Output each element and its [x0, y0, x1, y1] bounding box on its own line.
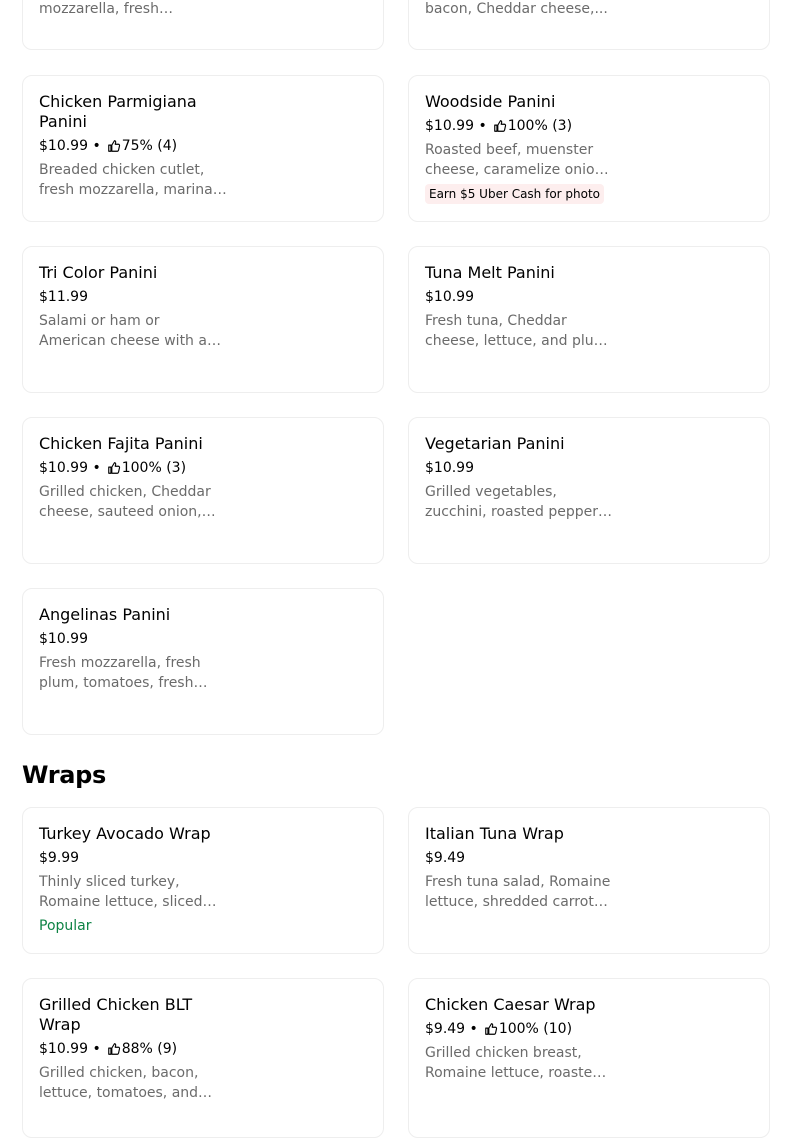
menu-item-tuna-melt-panini[interactable]: Tuna Melt Panini $10.99 Fresh tuna, Ched…	[408, 246, 770, 393]
thumbs-up-icon	[107, 462, 120, 474]
item-description: Breaded chicken cutlet, fresh mozzarella…	[39, 162, 228, 198]
item-rating: 100% (3)	[121, 460, 187, 476]
item-description: bacon, Cheddar cheese,...	[425, 1, 608, 17]
menu-item-grilled-chicken-blt-wrap[interactable]: Grilled Chicken BLT Wrap $10.99 • 88% (9…	[22, 978, 384, 1138]
item-price: $11.99	[39, 289, 88, 305]
item-title: Italian Tuna Wrap	[425, 824, 564, 843]
menu-item-chicken-fajita-panini[interactable]: Chicken Fajita Panini $10.99 • 100% (3) …	[22, 417, 384, 564]
popular-badge: Popular	[39, 918, 92, 934]
item-description: Thinly sliced turkey, Romaine lettuce, s…	[39, 874, 203, 910]
item-price: $9.49	[425, 1021, 466, 1037]
item-title: Woodside Panini	[425, 92, 556, 111]
item-description: Salami or ham or American cheese with a …	[39, 313, 207, 349]
item-title: Tuna Melt Panini	[425, 263, 555, 282]
item-description: Fresh mozzarella, fresh plum, tomatoes, …	[39, 655, 201, 691]
item-title: Chicken Caesar Wrap	[425, 995, 596, 1014]
item-rating: 75% (4)	[121, 138, 178, 154]
item-price: $10.99	[425, 460, 474, 476]
menu-item-angelinas-panini[interactable]: Angelinas Panini $10.99 Fresh mozzarella…	[22, 588, 384, 735]
menu-item-chicken-parmigiana-panini[interactable]: Chicken Parmigiana Panini $10.99 • 75% (…	[22, 75, 384, 222]
item-rating: 88% (9)	[121, 1041, 178, 1057]
item-rating: 100% (10)	[498, 1021, 573, 1037]
item-price: $10.99	[425, 289, 474, 305]
menu-item-tri-color-panini[interactable]: Tri Color Panini $11.99 Salami or ham or…	[22, 246, 384, 393]
menu-item-card[interactable]: mozzarella, fresh cilantro,...	[22, 0, 384, 50]
item-title: Turkey Avocado Wrap	[39, 824, 211, 843]
item-price-rating: $10.99	[39, 629, 367, 649]
item-price: $10.99	[39, 138, 88, 154]
item-price: $10.99	[39, 460, 88, 476]
item-title: Chicken Parmigiana Panini	[39, 92, 197, 131]
menu-item-italian-tuna-wrap[interactable]: Italian Tuna Wrap $9.49 Fresh tuna salad…	[408, 807, 770, 954]
item-price-rating: $10.99 • 100% (3)	[39, 460, 187, 476]
item-price-rating: $10.99 • 100% (3)	[425, 118, 573, 134]
menu-item-woodside-panini[interactable]: Woodside Panini $10.99 • 100% (3) Roaste…	[408, 75, 770, 222]
menu-item-chicken-caesar-wrap[interactable]: Chicken Caesar Wrap $9.49 • 100% (10) Gr…	[408, 978, 770, 1138]
thumbs-up-icon	[107, 140, 120, 152]
item-description: Grilled vegetables, zucchini, roasted pe…	[425, 484, 610, 520]
menu-item-card[interactable]: bacon, Cheddar cheese,...	[408, 0, 770, 50]
thumbs-up-icon	[107, 1043, 120, 1055]
item-price: $9.49	[425, 850, 466, 866]
item-price: $10.99	[39, 1041, 88, 1057]
uber-cash-badge[interactable]: Earn $5 Uber Cash for photo	[425, 184, 605, 204]
item-title: Chicken Fajita Panini	[39, 434, 203, 453]
item-description: Roasted beef, muenster cheese, carameliz…	[425, 142, 604, 178]
item-rating: 100% (3)	[507, 118, 573, 134]
item-description: Grilled chicken breast, Romaine lettuce,…	[425, 1045, 602, 1081]
item-description: Grilled chicken, Cheddar cheese, sauteed…	[39, 484, 211, 520]
menu-item-turkey-avocado-wrap[interactable]: Turkey Avocado Wrap $9.99 Thinly sliced …	[22, 807, 384, 954]
item-price: $10.99	[425, 118, 474, 134]
item-price-rating: $9.49	[425, 848, 753, 868]
item-title: Tri Color Panini	[39, 263, 158, 282]
item-price-rating: $10.99	[425, 287, 753, 307]
item-price: $10.99	[39, 631, 88, 647]
item-price-rating: $11.99	[39, 287, 367, 307]
item-price-rating: $9.99	[39, 848, 367, 868]
item-price-rating: $10.99 • 75% (4)	[39, 138, 178, 154]
menu-item-vegetarian-panini[interactable]: Vegetarian Panini $10.99 Grilled vegetab…	[408, 417, 770, 564]
item-title: Angelinas Panini	[39, 605, 171, 624]
item-description: Fresh tuna, Cheddar cheese, lettuce, and…	[425, 313, 608, 349]
item-price-rating: $10.99	[425, 458, 753, 478]
thumbs-up-icon	[484, 1023, 497, 1035]
item-price: $9.99	[39, 850, 80, 866]
section-title-wraps: Wraps	[22, 761, 107, 789]
item-price-rating: $10.99 • 88% (9)	[39, 1041, 178, 1057]
item-title: Vegetarian Panini	[425, 434, 565, 453]
item-description: Grilled chicken, bacon, lettuce, tomatoe…	[39, 1065, 199, 1101]
item-description: mozzarella, fresh cilantro,...	[39, 1, 159, 17]
item-title: Grilled Chicken BLT Wrap	[39, 995, 193, 1034]
item-description: Fresh tuna salad, Romaine lettuce, shred…	[425, 874, 611, 910]
item-price-rating: $9.49 • 100% (10)	[425, 1021, 573, 1037]
thumbs-up-icon	[493, 120, 506, 132]
